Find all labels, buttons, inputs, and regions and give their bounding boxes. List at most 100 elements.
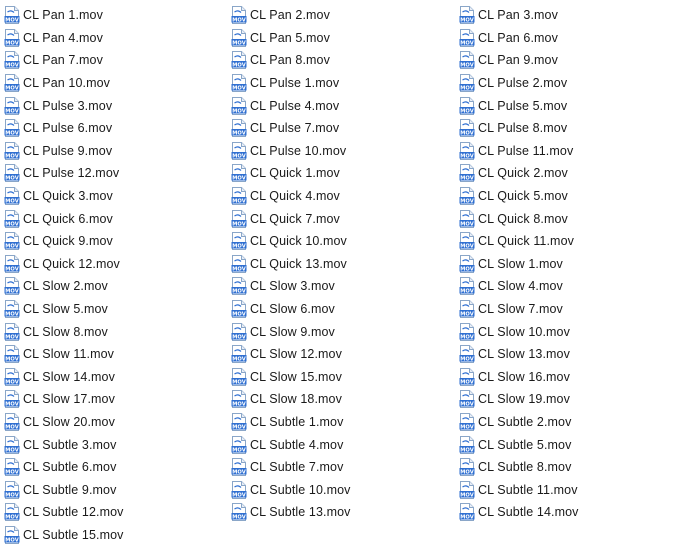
svg-text:MOV: MOV: [460, 470, 473, 476]
file-item[interactable]: MOV CL Pulse 4.mov: [231, 94, 459, 117]
mov-file-icon: MOV: [459, 300, 475, 319]
file-item[interactable]: MOV CL Subtle 8.mov: [459, 456, 687, 479]
file-name: CL Subtle 15.mov: [23, 527, 124, 542]
mov-file-icon: MOV: [231, 300, 247, 319]
svg-text:MOV: MOV: [5, 85, 18, 91]
file-item[interactable]: MOV CL Slow 4.mov: [459, 275, 687, 298]
file-item[interactable]: MOV CL Subtle 9.mov: [4, 478, 231, 501]
file-item[interactable]: MOV CL Quick 9.mov: [4, 230, 231, 253]
svg-text:MOV: MOV: [232, 244, 245, 250]
file-item[interactable]: MOV CL Slow 2.mov: [4, 275, 231, 298]
file-item[interactable]: MOV CL Pulse 9.mov: [4, 140, 231, 163]
file-item[interactable]: MOV CL Subtle 10.mov: [231, 478, 459, 501]
file-item[interactable]: MOV CL Slow 13.mov: [459, 343, 687, 366]
file-item[interactable]: MOV CL Slow 1.mov: [459, 253, 687, 276]
file-item[interactable]: MOV CL Quick 13.mov: [231, 253, 459, 276]
file-item[interactable]: MOV CL Slow 16.mov: [459, 366, 687, 389]
file-item[interactable]: MOV CL Pan 3.mov: [459, 4, 687, 27]
file-name: CL Pan 10.mov: [23, 76, 110, 91]
file-item[interactable]: MOV CL Slow 7.mov: [459, 298, 687, 321]
file-item[interactable]: MOV CL Pulse 3.mov: [4, 94, 231, 117]
file-item[interactable]: MOV CL Slow 14.mov: [4, 366, 231, 389]
file-name: CL Quick 13.mov: [250, 256, 347, 271]
file-item[interactable]: MOV CL Quick 6.mov: [4, 207, 231, 230]
file-item[interactable]: MOV CL Pulse 6.mov: [4, 117, 231, 140]
file-item[interactable]: MOV CL Subtle 3.mov: [4, 433, 231, 456]
file-item[interactable]: MOV CL Subtle 7.mov: [231, 456, 459, 479]
file-item[interactable]: MOV CL Pan 5.mov: [231, 27, 459, 50]
file-item[interactable]: MOV CL Slow 17.mov: [4, 388, 231, 411]
svg-text:MOV: MOV: [460, 198, 473, 204]
file-item[interactable]: MOV CL Subtle 4.mov: [231, 433, 459, 456]
file-item[interactable]: MOV CL Quick 10.mov: [231, 230, 459, 253]
file-item[interactable]: MOV CL Pan 6.mov: [459, 27, 687, 50]
file-item[interactable]: MOV CL Quick 3.mov: [4, 185, 231, 208]
file-item[interactable]: MOV CL Pan 1.mov: [4, 4, 231, 27]
file-item[interactable]: MOV CL Pan 4.mov: [4, 27, 231, 50]
mov-file-icon: MOV: [459, 390, 475, 409]
file-item[interactable]: MOV CL Subtle 11.mov: [459, 478, 687, 501]
file-item[interactable]: MOV CL Slow 20.mov: [4, 411, 231, 434]
file-item[interactable]: MOV CL Subtle 2.mov: [459, 411, 687, 434]
file-item[interactable]: MOV CL Pulse 2.mov: [459, 72, 687, 95]
file-item[interactable]: MOV CL Slow 8.mov: [4, 320, 231, 343]
file-item[interactable]: MOV CL Subtle 15.mov: [4, 524, 231, 547]
file-name: CL Pulse 5.mov: [478, 98, 568, 113]
file-name: CL Slow 12.mov: [250, 347, 342, 362]
file-item[interactable]: MOV CL Pulse 5.mov: [459, 94, 687, 117]
file-item[interactable]: MOV CL Quick 12.mov: [4, 253, 231, 276]
svg-text:MOV: MOV: [232, 379, 245, 385]
file-item[interactable]: MOV CL Slow 15.mov: [231, 366, 459, 389]
file-item[interactable]: MOV CL Pan 7.mov: [4, 49, 231, 72]
file-name: CL Slow 18.mov: [250, 392, 342, 407]
file-item[interactable]: MOV CL Pulse 11.mov: [459, 140, 687, 163]
file-item[interactable]: MOV CL Slow 6.mov: [231, 298, 459, 321]
svg-text:MOV: MOV: [5, 40, 18, 46]
file-item[interactable]: MOV CL Pulse 1.mov: [231, 72, 459, 95]
file-item[interactable]: MOV CL Slow 9.mov: [231, 320, 459, 343]
file-item[interactable]: MOV CL Pulse 12.mov: [4, 162, 231, 185]
file-name: CL Pan 4.mov: [23, 30, 103, 45]
file-item[interactable]: MOV CL Subtle 13.mov: [231, 501, 459, 524]
file-item[interactable]: MOV CL Subtle 6.mov: [4, 456, 231, 479]
file-name: CL Pulse 11.mov: [478, 143, 574, 158]
file-name: CL Slow 13.mov: [478, 347, 570, 362]
file-name: CL Pan 7.mov: [23, 53, 103, 68]
file-item[interactable]: MOV CL Quick 5.mov: [459, 185, 687, 208]
file-item[interactable]: MOV CL Slow 11.mov: [4, 343, 231, 366]
svg-text:MOV: MOV: [5, 357, 18, 363]
file-name: CL Pulse 9.mov: [23, 143, 113, 158]
file-name: CL Subtle 6.mov: [23, 460, 117, 475]
file-name: CL Pan 9.mov: [478, 53, 558, 68]
file-item[interactable]: MOV CL Subtle 14.mov: [459, 501, 687, 524]
file-item[interactable]: MOV CL Pan 2.mov: [231, 4, 459, 27]
file-item[interactable]: MOV CL Pulse 10.mov: [231, 140, 459, 163]
file-name: CL Subtle 8.mov: [478, 460, 572, 475]
file-item[interactable]: MOV CL Quick 1.mov: [231, 162, 459, 185]
svg-text:MOV: MOV: [460, 131, 473, 137]
file-item[interactable]: MOV CL Slow 5.mov: [4, 298, 231, 321]
svg-text:MOV: MOV: [232, 198, 245, 204]
file-item[interactable]: MOV CL Slow 18.mov: [231, 388, 459, 411]
file-item[interactable]: MOV CL Slow 10.mov: [459, 320, 687, 343]
svg-text:MOV: MOV: [460, 447, 473, 453]
file-item[interactable]: MOV CL Subtle 5.mov: [459, 433, 687, 456]
file-item[interactable]: MOV CL Quick 4.mov: [231, 185, 459, 208]
file-item[interactable]: MOV CL Pan 9.mov: [459, 49, 687, 72]
file-item[interactable]: MOV CL Quick 11.mov: [459, 230, 687, 253]
file-name: CL Slow 15.mov: [250, 369, 342, 384]
file-item[interactable]: MOV CL Quick 8.mov: [459, 207, 687, 230]
file-name: CL Subtle 2.mov: [478, 414, 572, 429]
file-item[interactable]: MOV CL Subtle 1.mov: [231, 411, 459, 434]
mov-file-icon: MOV: [231, 503, 247, 522]
file-item[interactable]: MOV CL Pulse 8.mov: [459, 117, 687, 140]
file-item[interactable]: MOV CL Slow 12.mov: [231, 343, 459, 366]
file-item[interactable]: MOV CL Quick 7.mov: [231, 207, 459, 230]
file-item[interactable]: MOV CL Subtle 12.mov: [4, 501, 231, 524]
file-item[interactable]: MOV CL Pan 8.mov: [231, 49, 459, 72]
file-item[interactable]: MOV CL Quick 2.mov: [459, 162, 687, 185]
file-item[interactable]: MOV CL Slow 19.mov: [459, 388, 687, 411]
file-item[interactable]: MOV CL Pulse 7.mov: [231, 117, 459, 140]
file-item[interactable]: MOV CL Slow 3.mov: [231, 275, 459, 298]
file-item[interactable]: MOV CL Pan 10.mov: [4, 72, 231, 95]
